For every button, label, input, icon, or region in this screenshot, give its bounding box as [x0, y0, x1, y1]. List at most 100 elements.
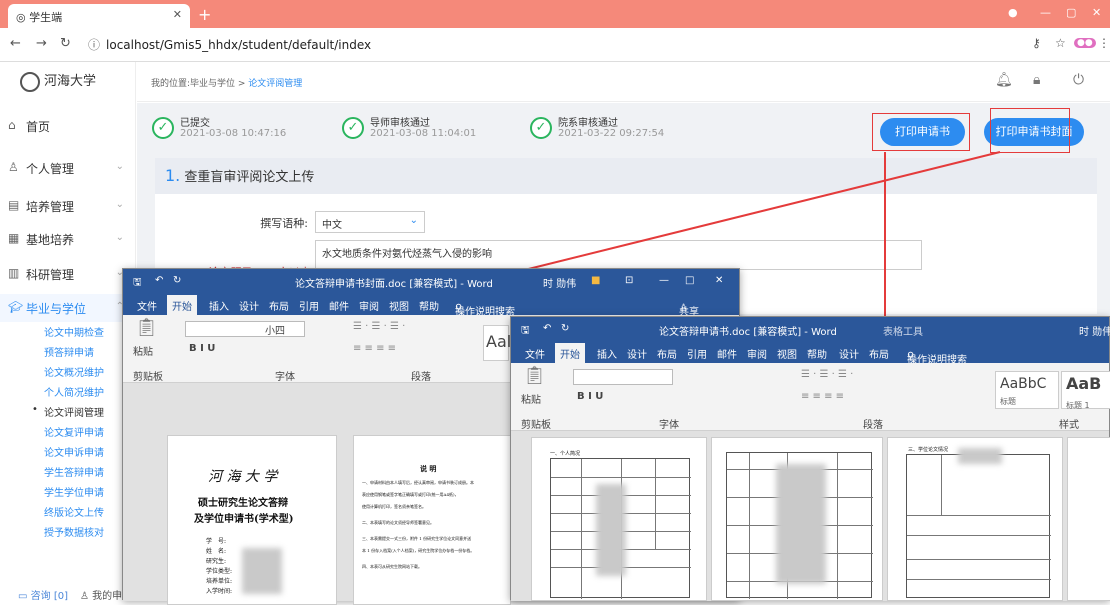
tab-view[interactable]: 视图: [777, 346, 797, 361]
word-user-name: 时 勋伟: [1079, 327, 1110, 338]
paste-icon[interactable]: 📋︎: [523, 365, 546, 386]
document-page-form: [711, 437, 883, 601]
tab-design[interactable]: 设计: [627, 346, 647, 361]
page-text-line: 二、本表填写的论文须经导师签署意见。: [362, 520, 434, 525]
save-icon[interactable]: 🖫: [133, 275, 142, 292]
table-tools-label: 表格工具: [883, 327, 923, 338]
arrow-line-left: [471, 151, 1001, 284]
page-field: 研究生:: [206, 558, 227, 565]
tab-view[interactable]: 视图: [389, 298, 409, 313]
group-font-label: 字体: [275, 372, 295, 383]
page-university-title: 河 海 大 学: [208, 469, 278, 485]
undo-icon[interactable]: ↶: [543, 323, 551, 334]
form-table: [906, 454, 1051, 598]
document-page-partial: [1067, 437, 1110, 601]
page-field: 学位类型:: [206, 568, 233, 575]
word-window-application: 🖫 ↶ ↻ 论文答辩申请书.doc [兼容模式] - Word 表格工具 时 勋…: [510, 316, 1110, 601]
list-icons[interactable]: ☰ · ☰ · ☰ ·: [801, 369, 853, 380]
page-heading: 一、个人简况: [550, 451, 581, 457]
page-text-line: 三、本表需提交一式三份，附件 1 份研究生学位论文同意并送: [362, 536, 472, 541]
tab-references[interactable]: 引用: [299, 298, 319, 313]
page-field: 入学时间:: [206, 588, 233, 595]
redacted-area: [596, 484, 626, 576]
word-canvas: 一、个人简况 三、学位论文情况: [511, 431, 1110, 601]
paste-label: 粘贴: [521, 395, 541, 406]
group-paragraph-label: 段落: [411, 372, 431, 383]
tab-home[interactable]: 开始: [167, 295, 197, 315]
tab-file[interactable]: 文件: [525, 346, 545, 361]
minimize-icon[interactable]: —: [659, 275, 669, 286]
tab-review[interactable]: 审阅: [359, 298, 379, 313]
word-ribbon: 📋︎ 粘贴 B I U ☰ · ☰ · ☰ · ≡ ≡ ≡ ≡ AaBbC 标题 …: [511, 363, 1110, 431]
word-menu-bar: 文件 开始 插入 设计 布局 引用 邮件 审阅 视图 帮助 设计 布局 ⚲ 操作…: [511, 341, 1109, 366]
font-size-value[interactable]: 小四: [265, 322, 285, 337]
page-line2: 及学位申请书(学术型): [194, 514, 294, 525]
redo-icon[interactable]: ↻: [173, 275, 181, 286]
font-name-box[interactable]: [185, 321, 305, 337]
page-field: 学 号:: [206, 538, 227, 545]
tab-help[interactable]: 帮助: [807, 346, 827, 361]
tab-design[interactable]: 设计: [239, 298, 259, 313]
tab-insert[interactable]: 插入: [209, 298, 229, 313]
style-sample: AaB: [1066, 374, 1102, 393]
tab-file[interactable]: 文件: [137, 298, 157, 313]
redacted-area: [776, 464, 826, 584]
style-name: 标题 1: [1066, 401, 1090, 410]
bold-icon[interactable]: B I U: [189, 343, 215, 354]
group-clipboard-label: 剪贴板: [521, 420, 551, 431]
document-page-cover: 河 海 大 学 硕士研究生论文答辩 及学位申请书(学术型) 学 号: 姓 名: …: [167, 435, 337, 605]
tab-insert[interactable]: 插入: [597, 346, 617, 361]
group-paragraph-label: 段落: [863, 420, 883, 431]
page-text-line: 使用计算机打印，签名须亲笔签名。: [362, 504, 426, 509]
style-sample: AaBbC: [1000, 376, 1047, 392]
tab-layout[interactable]: 布局: [269, 298, 289, 313]
tab-mailings[interactable]: 邮件: [329, 298, 349, 313]
avatar[interactable]: ■: [591, 275, 600, 286]
paste-icon[interactable]: 📋︎: [135, 317, 158, 338]
tab-references[interactable]: 引用: [687, 346, 707, 361]
page-text-line: 本 1 份存入档案(入个人档案)，研究生院学位办存档一份存档。: [362, 548, 475, 553]
page-text-line: 四、本表可从研究生院网站下载。: [362, 564, 422, 569]
page-text-line: 一、申请材料由本人填写后，经认真审阅，申请书装订成册。本: [362, 480, 474, 485]
word-title-bar: 🖫 ↶ ↻ 论文答辩申请书.doc [兼容模式] - Word 表格工具 时 勋…: [511, 317, 1110, 341]
list-icons[interactable]: ☰ · ☰ · ☰ ·: [353, 321, 405, 332]
redacted-area: [242, 548, 282, 594]
page-heading: 三、学位论文情况: [908, 447, 949, 453]
tab-table-design[interactable]: 设计: [839, 346, 859, 361]
tab-layout[interactable]: 布局: [657, 346, 677, 361]
style-sample[interactable]: Aal: [483, 325, 511, 361]
tab-review[interactable]: 审阅: [747, 346, 767, 361]
page-text-line: 表应使用钢笔或签字笔正确填写或打印(统一用A4纸)，: [362, 492, 459, 497]
word-user-name: 时 勋伟: [543, 279, 577, 290]
ribbon-display-icon[interactable]: ⊡: [625, 275, 633, 286]
tab-table-layout[interactable]: 布局: [869, 346, 889, 361]
document-page-form: 一、个人简况: [531, 437, 707, 601]
save-icon[interactable]: 🖫: [521, 323, 530, 340]
tab-mailings[interactable]: 邮件: [717, 346, 737, 361]
word-doc-title: 论文答辩申请书封面.doc [兼容模式] - Word: [295, 279, 493, 290]
font-name-box[interactable]: [573, 369, 673, 385]
style-name: 标题: [1000, 397, 1016, 406]
page-line1: 硕士研究生论文答辩: [198, 498, 288, 509]
style-normal[interactable]: AaBbC 标题: [995, 371, 1059, 409]
redacted-area: [958, 448, 1002, 464]
group-clipboard-label: 剪贴板: [133, 372, 163, 383]
word-menu-bar: 文件 开始 插入 设计 布局 引用 邮件 审阅 视图 帮助 ⚲ 操作说明搜索 ♙…: [123, 293, 739, 318]
tab-help[interactable]: 帮助: [419, 298, 439, 313]
page-field: 培养单位:: [206, 578, 233, 585]
close-icon[interactable]: ✕: [715, 275, 723, 286]
tab-home[interactable]: 开始: [555, 343, 585, 363]
maximize-icon[interactable]: □: [685, 275, 694, 286]
paste-label: 粘贴: [133, 347, 153, 358]
undo-icon[interactable]: ↶: [155, 275, 163, 286]
document-page-form: 三、学位论文情况: [887, 437, 1063, 601]
bold-icon[interactable]: B I U: [577, 391, 603, 402]
align-icons[interactable]: ≡ ≡ ≡ ≡: [353, 343, 396, 354]
style-heading[interactable]: AaB 标题 1: [1061, 371, 1110, 410]
redo-icon[interactable]: ↻: [561, 323, 569, 334]
word-title-bar: 🖫 ↶ ↻ 论文答辩申请书封面.doc [兼容模式] - Word 时 勋伟 ■…: [123, 269, 739, 293]
page-heading: 说 明: [420, 464, 437, 473]
document-page-notes: 说 明 一、申请材料由本人填写后，经认真审阅，申请书装订成册。本 表应使用钢笔或…: [353, 435, 511, 605]
page-field: 姓 名:: [206, 548, 227, 555]
align-icons[interactable]: ≡ ≡ ≡ ≡: [801, 391, 844, 402]
